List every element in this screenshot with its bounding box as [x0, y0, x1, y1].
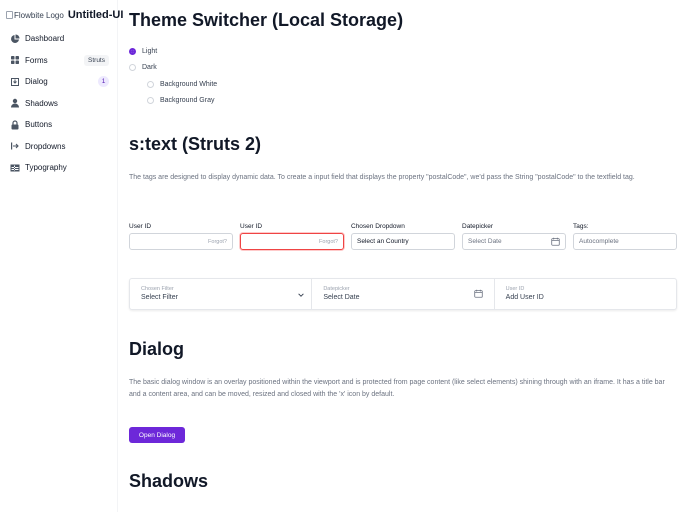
datepicker-label: Datepicker — [462, 223, 494, 230]
brand-logo-alt: Flowbite Logo — [14, 10, 64, 20]
dialog-description: The basic dialog window is an overlay po… — [129, 379, 665, 398]
arrow-to-line-icon — [10, 141, 20, 151]
filter-datepicker-value: Select Date — [323, 294, 360, 301]
datepicker-input[interactable]: Select Date — [462, 233, 566, 250]
filter-user-id-label: User ID — [505, 286, 525, 292]
stext-title: s:text (Struts 2) — [129, 134, 262, 154]
sidebar-item-label: Shadows — [25, 98, 58, 108]
chosen-filter-value: Select Filter — [141, 294, 178, 301]
filter-user-id-value: Add User ID — [505, 294, 544, 301]
brand[interactable]: Flowbite Logo Untitled-UI — [6, 9, 123, 21]
user-icon — [10, 98, 20, 108]
radio-background-white[interactable]: Background White — [147, 81, 217, 88]
chosen-dropdown-select[interactable]: Select an Country — [351, 233, 455, 250]
radio-label: Background White — [160, 81, 218, 88]
sidebar-item-typography[interactable]: Typography — [0, 157, 118, 179]
radio-label: Background Gray — [160, 97, 215, 104]
sidebar-item-label: Dropdowns — [25, 141, 66, 151]
radio-label: Light — [142, 48, 158, 55]
radio-button[interactable] — [147, 97, 154, 104]
open-dialog-button[interactable]: Open Dialog — [129, 427, 185, 443]
tags-label: Tags: — [573, 223, 589, 230]
download-box-icon — [10, 77, 20, 87]
dialog-title: Dialog — [129, 339, 185, 359]
filter-datepicker-label: Datepicker — [323, 286, 350, 292]
sidebar-item-buttons[interactable]: Buttons — [0, 114, 118, 136]
chosen-filter-label: Chosen Filter — [141, 286, 174, 292]
filter-user-id-input[interactable]: User ID Add User ID — [495, 279, 676, 309]
count-badge: 1 — [98, 76, 109, 87]
grid-icon — [10, 55, 20, 65]
sidebar-item-dialog[interactable]: Dialog 1 — [0, 71, 118, 93]
theme-switcher-title: Theme Switcher (Local Storage) — [129, 10, 404, 30]
sidebar-item-forms[interactable]: Forms Struts — [0, 50, 118, 72]
chosen-dropdown-label: Chosen Dropdown — [351, 223, 405, 230]
tags-autocomplete-input[interactable]: Autocomplete — [573, 233, 677, 250]
radio-background-gray[interactable]: Background Gray — [147, 97, 214, 104]
user-id-input[interactable]: Forgot? — [129, 233, 233, 250]
datepicker-placeholder: Select Date — [468, 238, 502, 245]
broken-image-icon — [6, 11, 13, 19]
tags-placeholder: Autocomplete — [579, 238, 619, 245]
sidebar: Flowbite Logo Untitled-UI Dashboard Form… — [0, 0, 123, 512]
radio-dark[interactable]: Dark — [129, 64, 157, 71]
sidebar-item-label: Forms — [25, 55, 48, 65]
radio-button[interactable] — [129, 64, 136, 71]
chosen-filter-select[interactable]: Chosen Filter Select Filter — [130, 279, 313, 309]
sidebar-nav: Dashboard Forms Struts Dialog 1 Shadows — [0, 28, 118, 179]
radio-button-checked[interactable] — [129, 48, 136, 55]
chosen-dropdown-value: Select an Country — [357, 238, 409, 245]
sidebar-item-label: Buttons — [25, 120, 53, 130]
sidebar-item-shadows[interactable]: Shadows — [0, 93, 118, 115]
pie-chart-icon — [10, 34, 20, 44]
calendar-icon[interactable] — [473, 289, 483, 298]
sidebar-item-label: Dashboard — [25, 34, 65, 44]
lock-icon — [10, 120, 20, 130]
calendar-icon[interactable] — [551, 237, 560, 246]
struts-badge: Struts — [84, 54, 109, 66]
forgot-link[interactable]: Forgot? — [208, 239, 227, 245]
filter-bar: Chosen Filter Select Filter Datepicker S… — [129, 278, 677, 310]
sidebar-item-dropdowns[interactable]: Dropdowns — [0, 136, 118, 158]
user-id-label: User ID — [129, 223, 152, 230]
user-id-input-error[interactable]: Forgot? — [240, 233, 344, 250]
shadows-title: Shadows — [129, 471, 209, 491]
chevron-down-icon — [298, 293, 305, 297]
radio-light[interactable]: Light — [129, 48, 157, 55]
radio-label: Dark — [142, 64, 157, 71]
filter-datepicker[interactable]: Datepicker Select Date — [312, 279, 495, 309]
sidebar-item-dashboard[interactable]: Dashboard — [0, 28, 118, 50]
brand-logo: Flowbite Logo — [6, 11, 64, 20]
user-id-label: User ID — [240, 223, 263, 230]
stext-description: The tags are designed to display dynamic… — [129, 174, 635, 181]
table-icon — [10, 163, 20, 173]
sidebar-item-label: Dialog — [25, 77, 48, 87]
brand-name: Untitled-UI — [67, 9, 124, 21]
radio-button[interactable] — [147, 81, 154, 88]
forgot-link[interactable]: Forgot? — [319, 239, 338, 245]
sidebar-item-label: Typography — [25, 163, 67, 173]
